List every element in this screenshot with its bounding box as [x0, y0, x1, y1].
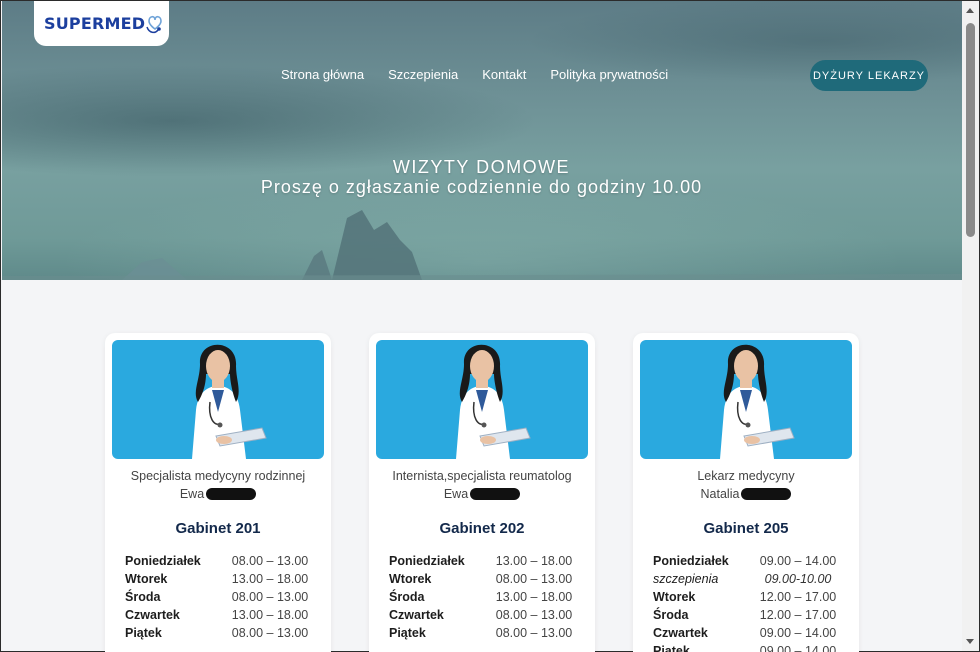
- schedule-hours: 08.00 – 13.00: [231, 626, 309, 640]
- doctor-illustration: [720, 344, 795, 459]
- schedule-hours: 08.00 – 13.00: [231, 554, 309, 568]
- doctor-first-name: Ewa: [179, 487, 205, 501]
- schedule-day: Środa: [653, 608, 689, 622]
- schedule-row: Poniedziałek 08.00 – 13.00: [125, 552, 315, 570]
- nav-link-contact[interactable]: Kontakt: [482, 67, 526, 82]
- schedule-row: Wtorek 08.00 – 13.00: [389, 570, 579, 588]
- schedule-hours: 09.00-10.00: [764, 572, 832, 586]
- schedule-row: Poniedziałek 13.00 – 18.00: [389, 552, 579, 570]
- schedule-day: Wtorek: [389, 572, 432, 586]
- hero-title: WIZYTY DOMOWE: [392, 157, 571, 177]
- doctor-card: Specjalista medycyny rodzinnej Ewa Gabin…: [105, 333, 331, 652]
- doctor-photo: [640, 340, 852, 459]
- hero-subtitle: Proszę o zgłaszanie codziennie do godzin…: [260, 177, 703, 197]
- schedule-table: Poniedziałek 09.00 – 14.00 szczepienia 09.…: [653, 552, 843, 652]
- schedule-hours: 08.00 – 13.00: [495, 572, 573, 586]
- nav-link-privacy[interactable]: Polityka prywatności: [550, 67, 668, 82]
- schedule-day: Poniedziałek: [653, 554, 729, 568]
- redacted-surname: [470, 488, 521, 500]
- schedule-row: Czwartek 09.00 – 14.00: [653, 624, 843, 642]
- schedule-hours: 08.00 – 13.00: [495, 608, 573, 622]
- schedule-hours: 13.00 – 18.00: [495, 554, 573, 568]
- schedule-day: Wtorek: [125, 572, 168, 586]
- schedule-row: szczepienia 09.00-10.00: [653, 570, 843, 588]
- redacted-surname: [206, 488, 257, 500]
- schedule-hours: 09.00 – 14.00: [759, 554, 837, 568]
- doctor-photo: [376, 340, 588, 459]
- doctor-card: Lekarz medycyny Natalia Gabinet 205 Poni…: [633, 333, 859, 652]
- schedule-day: Środa: [125, 590, 161, 604]
- doctor-photo: [112, 340, 324, 459]
- main-nav: Strona główna Szczepienia Kontakt Polity…: [281, 67, 692, 82]
- schedule-day: Piątek: [125, 626, 162, 640]
- schedule-row: Środa 13.00 – 18.00: [389, 588, 579, 606]
- redacted-surname: [741, 488, 792, 500]
- schedule-row: Poniedziałek 09.00 – 14.00: [653, 552, 843, 570]
- schedule-day: szczepienia: [653, 572, 719, 586]
- schedule-row: Czwartek 13.00 – 18.00: [125, 606, 315, 624]
- room-title: Gabinet 205: [703, 520, 789, 537]
- schedule-hours: 13.00 – 18.00: [231, 572, 309, 586]
- doctor-specialty: Specjalista medycyny rodzinnej: [130, 469, 306, 483]
- schedule-hours: 13.00 – 18.00: [495, 590, 573, 604]
- schedule-row: Piątek 09.00 – 14.00: [653, 642, 843, 652]
- schedule-day: Czwartek: [125, 608, 180, 622]
- doctor-specialty: Internista,specjalista reumatolog: [392, 469, 572, 483]
- schedule-hours: 09.00 – 14.00: [759, 644, 837, 652]
- schedule-row: Wtorek 13.00 – 18.00: [125, 570, 315, 588]
- schedule-hours: 12.00 – 17.00: [759, 590, 837, 604]
- doctor-name: Ewa: [369, 487, 595, 501]
- schedule-day: Czwartek: [389, 608, 444, 622]
- doctor-first-name: Ewa: [443, 487, 469, 501]
- schedule-day: Poniedziałek: [389, 554, 465, 568]
- schedule-day: Poniedziałek: [125, 554, 201, 568]
- schedule-row: Środa 12.00 – 17.00: [653, 606, 843, 624]
- schedule-day: Wtorek: [653, 590, 696, 604]
- stethoscope-heart-icon: [146, 15, 163, 33]
- schedule-row: Piątek 08.00 – 13.00: [389, 624, 579, 642]
- schedule-hours: 12.00 – 17.00: [759, 608, 837, 622]
- doctor-duty-button[interactable]: DYŻURY LEKARZY: [810, 60, 928, 91]
- doctor-illustration: [192, 344, 267, 459]
- schedule-day: Czwartek: [653, 626, 708, 640]
- schedule-row: Środa 08.00 – 13.00: [125, 588, 315, 606]
- site-logo[interactable]: SUPERMED: [34, 1, 169, 46]
- scrollbar-thumb[interactable]: [966, 23, 975, 237]
- mountain-silhouette: [2, 210, 963, 280]
- schedule-table: Poniedziałek 13.00 – 18.00 Wtorek 08.00 – …: [389, 552, 579, 642]
- doctor-first-name: Natalia: [700, 487, 740, 501]
- page-scrollbar[interactable]: [962, 1, 979, 651]
- schedule-table: Poniedziałek 08.00 – 13.00 Wtorek 13.00 – …: [125, 552, 315, 642]
- schedule-hours: 13.00 – 18.00: [231, 608, 309, 622]
- schedule-hours: 08.00 – 13.00: [495, 626, 573, 640]
- room-title: Gabinet 201: [175, 520, 261, 537]
- schedule-hours: 08.00 – 13.00: [231, 590, 309, 604]
- doctor-name: Ewa: [105, 487, 331, 501]
- room-title: Gabinet 202: [439, 520, 525, 537]
- schedule-row: Piątek 08.00 – 13.00: [125, 624, 315, 642]
- schedule-row: Czwartek 08.00 – 13.00: [389, 606, 579, 624]
- doctor-illustration: [456, 344, 531, 459]
- schedule-day: Piątek: [653, 644, 690, 652]
- doctor-specialty: Lekarz medycyny: [697, 469, 795, 483]
- nav-link-vaccinations[interactable]: Szczepienia: [388, 67, 458, 82]
- schedule-row: Wtorek 12.00 – 17.00: [653, 588, 843, 606]
- scroll-up-arrow-icon[interactable]: [966, 8, 974, 13]
- scroll-down-arrow-icon[interactable]: [966, 639, 974, 644]
- nav-link-home[interactable]: Strona główna: [281, 67, 364, 82]
- doctor-card: Internista,specjalista reumatolog Ewa Ga…: [369, 333, 595, 652]
- schedule-day: Środa: [389, 590, 425, 604]
- schedule-day: Piątek: [389, 626, 426, 640]
- brand-name: SUPERMED: [44, 14, 146, 33]
- schedule-hours: 09.00 – 14.00: [759, 626, 837, 640]
- doctor-name: Natalia: [633, 487, 859, 501]
